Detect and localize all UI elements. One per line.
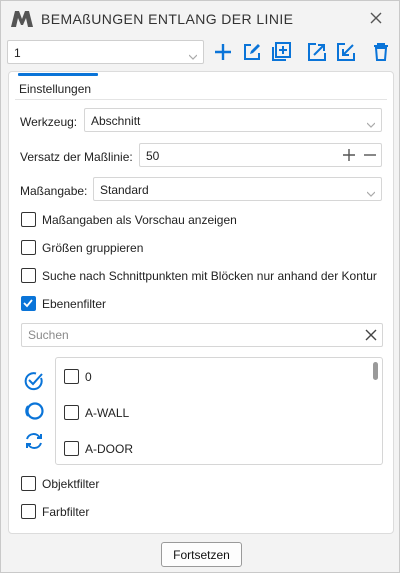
clear-search-icon[interactable]: [364, 328, 378, 342]
checkbox[interactable]: [64, 405, 79, 420]
close-icon[interactable]: [367, 9, 385, 27]
checkbox[interactable]: [21, 212, 36, 227]
settings-panel: Einstellungen Werkzeug: Abschnitt Versat…: [8, 71, 394, 534]
offset-label: Versatz der Maßlinie:: [20, 150, 133, 164]
chevron-down-icon: [366, 186, 376, 200]
layer-search: [21, 323, 383, 347]
app-logo-icon: [11, 11, 33, 27]
format-value: Standard: [100, 183, 149, 197]
layer-list[interactable]: 0 A-WALL A-DOOR: [55, 357, 383, 465]
preset-value: 1: [14, 46, 21, 60]
tab-einstellungen[interactable]: Einstellungen: [19, 82, 91, 96]
checkmark-icon: [23, 299, 33, 308]
delete-preset-button[interactable]: [370, 41, 392, 63]
layer-label: A-WALL: [85, 406, 130, 420]
chevron-down-icon: [188, 49, 198, 63]
checkbox[interactable]: [21, 268, 36, 283]
continue-button[interactable]: Fortsetzen: [161, 542, 242, 567]
export-preset-button[interactable]: [306, 41, 328, 63]
duplicate-preset-button[interactable]: [270, 41, 292, 63]
invert-selection-icon[interactable]: [23, 430, 45, 452]
checkbox-label: Größen gruppieren: [42, 241, 144, 255]
checkbox-label: Suche nach Schnittpunkten mit Blöcken nu…: [42, 269, 377, 283]
checkbox-label: Farbfilter: [42, 505, 90, 519]
search-input[interactable]: [22, 324, 352, 346]
checkbox[interactable]: [64, 441, 79, 456]
title-bar: BEMAßUNGEN ENTLANG DER LINIE: [1, 1, 399, 37]
checkbox[interactable]: [21, 504, 36, 519]
select-all-icon[interactable]: [23, 370, 45, 392]
tab-divider: [15, 99, 387, 100]
format-label: Maßangabe:: [20, 184, 88, 198]
checkbox-checked[interactable]: [21, 296, 36, 311]
edit-preset-button[interactable]: [241, 41, 263, 63]
deselect-circle-icon[interactable]: [23, 400, 45, 422]
tab-active-indicator: [18, 73, 98, 76]
offset-stepper[interactable]: 50: [139, 143, 382, 167]
tool-label: Werkzeug:: [20, 115, 78, 129]
layer-label: 0: [85, 370, 92, 384]
import-preset-button[interactable]: [335, 41, 357, 63]
scrollbar-thumb[interactable]: [373, 362, 378, 380]
checkbox-label: Maßangaben als Vorschau anzeigen: [42, 213, 237, 227]
chevron-down-icon: [366, 117, 376, 131]
format-select[interactable]: Standard: [93, 177, 382, 201]
add-preset-button[interactable]: [212, 41, 234, 63]
decrement-icon[interactable]: [363, 148, 377, 162]
preset-select[interactable]: 1: [7, 40, 204, 64]
window-title: BEMAßUNGEN ENTLANG DER LINIE: [41, 11, 294, 27]
checkbox[interactable]: [21, 476, 36, 491]
tool-value: Abschnitt: [91, 114, 141, 128]
checkbox-label: Objektfilter: [42, 477, 100, 491]
increment-icon[interactable]: [342, 148, 356, 162]
dialog-window: BEMAßUNGEN ENTLANG DER LINIE 1 Einstellu…: [0, 0, 400, 573]
layer-label: A-DOOR: [85, 442, 133, 456]
checkbox[interactable]: [21, 240, 36, 255]
checkbox[interactable]: [64, 369, 79, 384]
offset-value: 50: [146, 149, 160, 163]
tool-select[interactable]: Abschnitt: [84, 108, 382, 132]
checkbox-label: Ebenenfilter: [42, 297, 107, 311]
